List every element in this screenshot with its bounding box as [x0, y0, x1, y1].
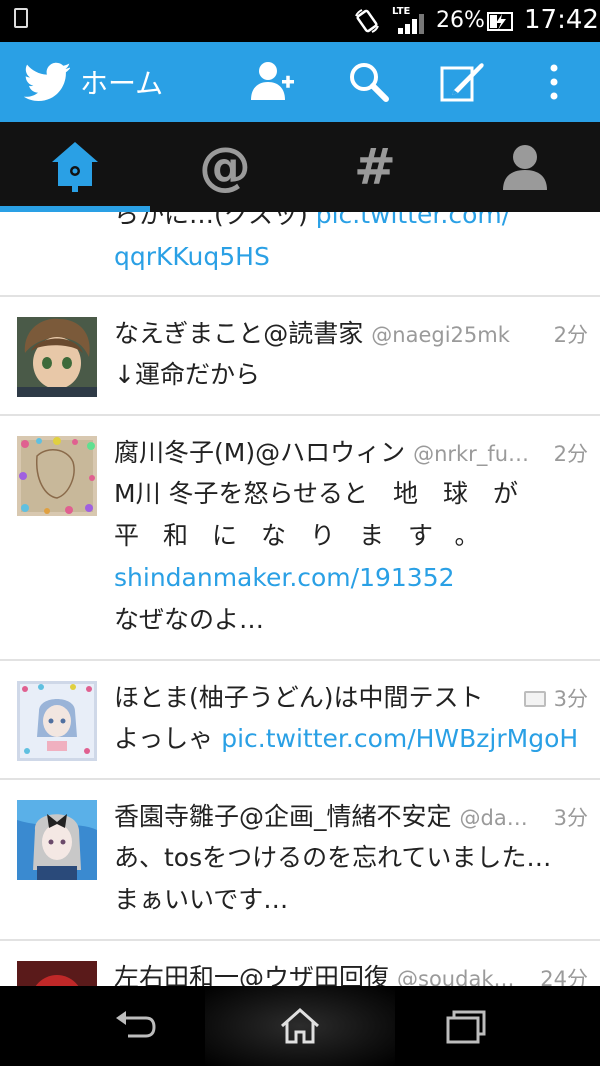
tweet-text: あ、tosをつけるのを忘れていました… まぁいいです…: [114, 843, 552, 914]
system-nav-bar: [0, 986, 600, 1066]
avatar[interactable]: [17, 681, 97, 761]
action-bar: ホーム: [0, 42, 600, 122]
tweet-timestamp: 2分: [553, 442, 588, 466]
overflow-menu-icon[interactable]: [530, 60, 578, 104]
auto-rotate-icon: [355, 9, 379, 33]
timeline[interactable]: らかに…(クスッ) pic.twitter.com/ qqrKKuq5HS なえ…: [0, 212, 600, 986]
tweet-timestamp: 24分: [540, 967, 588, 986]
page-title: ホーム: [80, 67, 164, 100]
tweet-row[interactable]: ほとま(柚子うどん)は中間テスト 3分 よっしゃ pic.twitter.com…: [0, 661, 600, 780]
tweet-author-name: 左右田和一@ウザ田回復: [114, 963, 390, 986]
tab-bar: @ #: [0, 122, 600, 212]
tweet-author-name: 腐川冬子(M)@ハロウィン: [114, 438, 406, 467]
tab-mentions[interactable]: @: [150, 122, 300, 212]
tweet-row[interactable]: なえぎまこと@読書家 @naegi25mk 2分 ↓運命だから: [0, 297, 600, 416]
tweet-timestamp: 2分: [553, 323, 588, 347]
compose-icon[interactable]: [440, 60, 488, 104]
search-icon[interactable]: [346, 60, 394, 104]
status-bar: LTE 26% 17:42: [0, 0, 600, 42]
home-icon: [52, 142, 98, 192]
avatar[interactable]: [17, 436, 97, 516]
battery-percent: 26%: [436, 8, 485, 33]
twitter-bird-icon[interactable]: [24, 62, 70, 102]
home-button-icon[interactable]: [276, 1004, 324, 1048]
mentions-icon: @: [199, 137, 251, 197]
tweet-timestamp: 3分: [553, 806, 588, 830]
tweet-text: らかに…(クスッ) pic.twitter.com/ qqrKKuq5HS: [114, 212, 510, 278]
tweet-row[interactable]: 腐川冬子(M)@ハロウィン @nrkr_fu… 2分 M川 冬子を怒らせると 地…: [0, 416, 600, 661]
tweet-author-handle: @soudak…: [397, 967, 515, 986]
tab-home[interactable]: [0, 122, 150, 212]
battery-charging-icon: [487, 12, 513, 31]
tweet-author-handle: @nrkr_fu…: [413, 442, 530, 466]
tweet-author-name: なえぎまこと@読書家: [114, 319, 364, 348]
recent-apps-icon[interactable]: [442, 1004, 490, 1048]
tweet-author-handle: @da…: [459, 806, 528, 830]
tweet-partial[interactable]: らかに…(クスッ) pic.twitter.com/ qqrKKuq5HS: [0, 212, 600, 297]
add-user-icon[interactable]: [248, 60, 296, 104]
avatar[interactable]: [17, 961, 97, 986]
discover-icon: #: [354, 138, 396, 196]
tweet-author-handle: @naegi25mk: [371, 323, 510, 347]
tweet-link-continued[interactable]: qqrKKuq5HS: [114, 242, 270, 271]
tweet-text: M川 冬子を怒らせると 地 球 が 平和になります。 shindanmaker.…: [114, 479, 519, 634]
tweet-row[interactable]: 左右田和一@ウザ田回復 @soudak… 24分: [0, 941, 600, 986]
tweet-link[interactable]: pic.twitter.com/HWBzjrMgoH: [221, 724, 578, 753]
tab-profile[interactable]: [450, 122, 600, 212]
tab-discover[interactable]: #: [300, 122, 450, 212]
tweet-row[interactable]: 香園寺雛子@企画_情緒不安定 @da… 3分 あ、tosをつけるのを忘れていまし…: [0, 780, 600, 941]
tweet-text: ↓運命だから: [114, 360, 260, 389]
tweet-link[interactable]: pic.twitter.com/: [316, 212, 510, 229]
tweet-timestamp: 3分: [523, 683, 588, 713]
sim-card-icon: [14, 8, 28, 28]
tweet-author-name: 香園寺雛子@企画_情緒不安定: [114, 802, 452, 831]
tweet-link[interactable]: shindanmaker.com/191352: [114, 563, 455, 592]
tweet-text: よっしゃ pic.twitter.com/HWBzjrMgoH: [114, 724, 579, 753]
clock: 17:42: [524, 5, 599, 35]
back-icon[interactable]: [110, 1004, 158, 1048]
profile-icon: [503, 145, 547, 190]
tweet-author-name: ほとま(柚子うどん)は中間テスト: [114, 683, 484, 712]
avatar[interactable]: [17, 317, 97, 397]
avatar[interactable]: [17, 800, 97, 880]
media-attachment-icon: [523, 691, 546, 707]
signal-strength-icon: [398, 14, 424, 34]
